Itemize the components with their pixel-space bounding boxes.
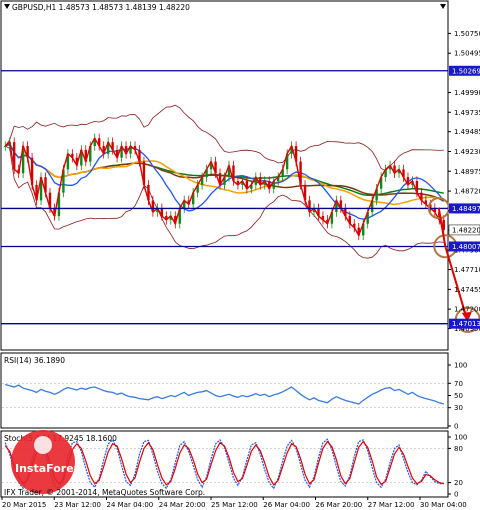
price-y-tick-label: 1.47455	[454, 286, 480, 294]
level-label: 1.47013	[452, 320, 480, 328]
x-tick-label: 27 Mar 12:00	[368, 501, 415, 509]
stoch-y-tick-label: 80	[454, 445, 463, 453]
price-y-tick-label: 1.50750	[454, 30, 480, 38]
candle-body	[4, 146, 7, 148]
rsi-y-tick-label: 30	[454, 404, 463, 412]
level-label: 1.50269	[452, 67, 480, 75]
rsi-y-tick-label: 50	[454, 392, 463, 400]
rsi-y-tick-label: 70	[454, 380, 463, 388]
rsi-y-tick-label: 100	[454, 362, 467, 370]
level-label: 1.48497	[452, 205, 480, 213]
stoch-y-tick-label: 0	[454, 491, 458, 499]
price-y-tick-label: 1.48720	[454, 188, 480, 196]
x-tick-label: 20 Mar 2015	[2, 501, 46, 509]
x-tick-label: 26 Mar 20:00	[316, 501, 363, 509]
x-tick-label: 24 Mar 20:00	[159, 501, 206, 509]
price-y-tick-label: 1.48975	[454, 168, 480, 176]
chart-root: 1.50750 1.50495 1.49990 1.49735 1.49485 1.492…	[0, 0, 480, 510]
x-tick-label: 30 Mar 04:00	[420, 501, 467, 509]
price-y-tick-label: 1.49990	[454, 89, 480, 97]
stoch-y-tick-label: 20	[454, 479, 463, 487]
x-tick-label: 26 Mar 04:00	[263, 501, 310, 509]
x-tick-label: 24 Mar 04:00	[107, 501, 154, 509]
copyright-text: IFX Trader, © 2001-2014, MetaQuotes Soft…	[4, 488, 205, 497]
logo-text: InstaForex	[15, 462, 81, 475]
price-y-tick-label: 1.49735	[454, 109, 480, 117]
stoch-y-tick-label: 100	[454, 434, 467, 442]
price-y-tick-label: 1.49230	[454, 148, 480, 156]
current-price-label: 1.48220	[452, 226, 480, 234]
level-label: 1.48007	[452, 243, 480, 251]
x-tick-label: 25 Mar 12:00	[211, 501, 258, 509]
rsi-header: RSI(14) 36.1890	[4, 356, 65, 365]
price-y-tick-label: 1.47200	[454, 306, 480, 314]
price-y-tick-label: 1.50495	[454, 50, 480, 58]
price-y-tick-label: 1.47710	[454, 266, 480, 274]
symbol-header: GBPUSD,H1 1.48573 1.48573 1.48139 1.4822…	[12, 3, 190, 12]
rsi-y-tick-label: 0	[454, 423, 458, 431]
price-y-tick-label: 1.49485	[454, 128, 480, 136]
x-tick-label: 23 Mar 12:00	[54, 501, 101, 509]
